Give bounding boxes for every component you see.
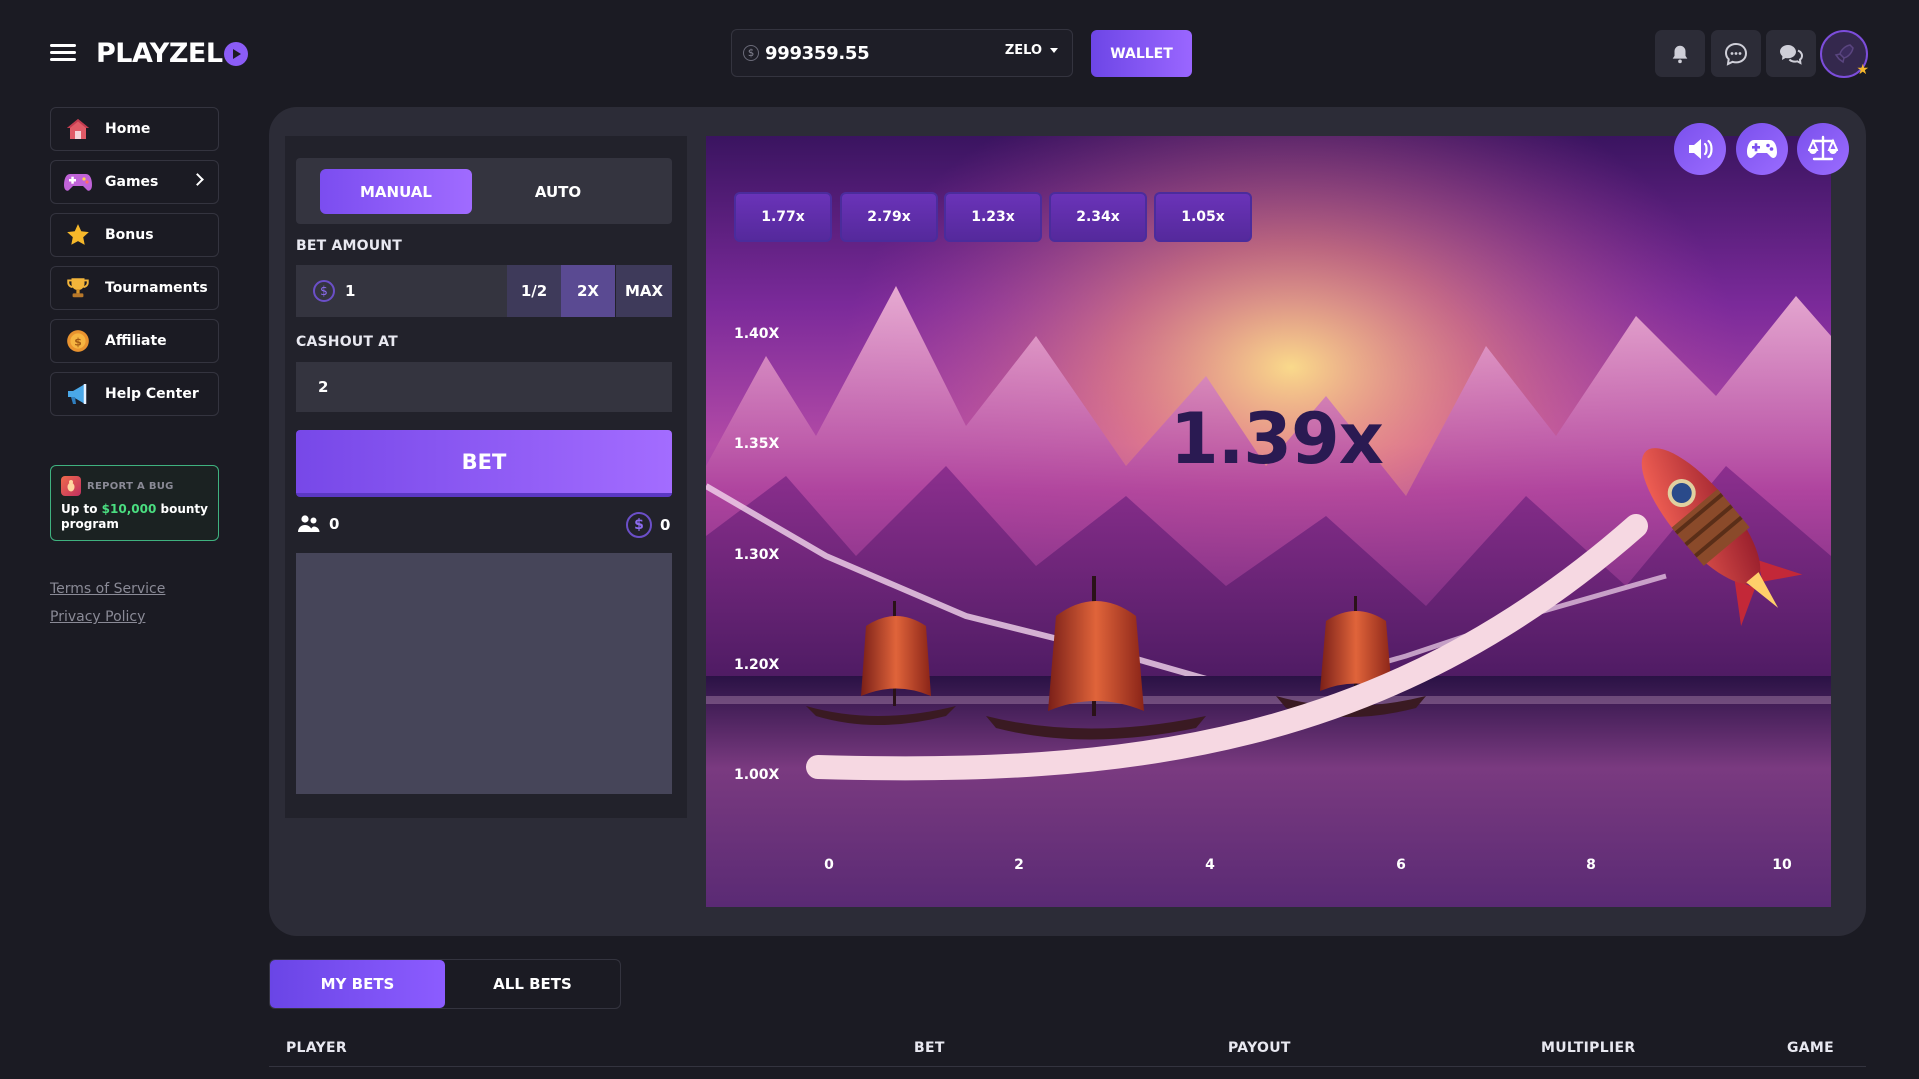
tab-manual[interactable]: MANUAL [320, 169, 472, 214]
coin-icon: $ [626, 512, 652, 538]
sound-icon [1689, 139, 1713, 159]
players-count: 0 [297, 514, 339, 534]
home-icon [63, 116, 93, 142]
bell-icon [1672, 45, 1688, 63]
fairness-scale-icon [1808, 135, 1838, 161]
sidebar-item-affiliate[interactable]: $ Affiliate [50, 319, 219, 363]
currency-label: ZELO [1004, 43, 1042, 58]
coin-icon: $ [743, 45, 759, 61]
double-bet-button[interactable]: 2X [561, 265, 615, 317]
trophy-icon [63, 275, 93, 301]
sidebar-item-label: Help Center [105, 386, 199, 402]
x-axis-label: 2 [1014, 857, 1024, 873]
half-bet-button[interactable]: 1/2 [507, 265, 561, 317]
bet-button[interactable]: BET [296, 430, 672, 497]
wallet-button[interactable]: WALLET [1091, 30, 1192, 77]
report-bug-card[interactable]: REPORT A BUG Up to $10,000 bounty progra… [50, 465, 219, 541]
column-header-multiplier: MULTIPLIER [1541, 1040, 1636, 1056]
current-multiplier: 1.39x [1170, 398, 1384, 480]
menu-icon[interactable] [50, 44, 76, 62]
coin-icon: $ [313, 280, 335, 302]
community-icon [1780, 44, 1804, 65]
tab-auto[interactable]: AUTO [482, 169, 634, 214]
sidebar-item-label: Affiliate [105, 333, 167, 349]
y-axis-label: 1.35X [734, 436, 780, 452]
history-multiplier[interactable]: 1.05x [1154, 192, 1252, 242]
live-bets-list [296, 553, 672, 794]
column-header-bet: BET [914, 1040, 945, 1056]
history-multiplier[interactable]: 1.77x [734, 192, 832, 242]
star-badge-icon: ★ [1856, 62, 1869, 78]
y-axis-label: 1.30X [734, 547, 780, 563]
sidebar-item-games[interactable]: Games [50, 160, 219, 204]
chevron-down-icon [1050, 48, 1058, 53]
sidebar-item-label: Games [105, 174, 159, 190]
chat-icon [1724, 42, 1748, 66]
fairness-button[interactable] [1797, 123, 1849, 175]
y-axis-label: 1.20X [734, 657, 780, 673]
gamepad-icon [63, 169, 93, 195]
controller-button[interactable] [1736, 123, 1788, 175]
x-axis-label: 0 [824, 857, 834, 873]
logo[interactable]: PLAYZEL [96, 38, 248, 69]
bet-amount-value: 1 [345, 282, 356, 300]
sidebar-item-bonus[interactable]: Bonus [50, 213, 219, 257]
logo-play-icon [223, 41, 248, 66]
history-multiplier[interactable]: 2.34x [1049, 192, 1147, 242]
rocket-avatar-icon [1834, 44, 1854, 64]
history-multiplier[interactable]: 2.79x [840, 192, 938, 242]
sound-button[interactable] [1674, 123, 1726, 175]
gamepad-icon [1747, 140, 1777, 158]
cashout-input[interactable]: 2 [296, 362, 672, 412]
players-count-value: 0 [329, 515, 340, 533]
bet-amount-label: BET AMOUNT [296, 238, 402, 254]
total-bet-value: 0 [660, 516, 671, 534]
column-header-game: GAME [1787, 1040, 1835, 1056]
x-axis-label: 6 [1396, 857, 1406, 873]
users-icon [298, 515, 320, 532]
currency-select[interactable]: ZELO [1005, 43, 1058, 58]
terms-of-service-link[interactable]: Terms of Service [50, 581, 165, 597]
balance-display[interactable]: $ 999359.55 ZELO [731, 29, 1073, 77]
balance-value: 999359.55 [765, 42, 870, 64]
table-header-divider [269, 1066, 1866, 1067]
bug-card-text: Up to $10,000 bounty program [61, 502, 208, 531]
cashout-label: CASHOUT AT [296, 334, 398, 350]
total-bet: $ 0 [626, 512, 670, 538]
coin-icon: $ [63, 328, 93, 354]
chat-button[interactable] [1711, 30, 1761, 77]
column-header-player: PLAYER [286, 1040, 347, 1056]
game-scene [706, 136, 1831, 907]
tab-my-bets[interactable]: MY BETS [270, 960, 445, 1008]
x-axis-label: 4 [1205, 857, 1215, 873]
y-axis-label: 1.00X [734, 767, 780, 783]
star-icon [63, 222, 93, 248]
notifications-button[interactable] [1655, 30, 1705, 77]
x-axis-label: 8 [1586, 857, 1596, 873]
bug-icon [61, 476, 81, 496]
bug-card-title: REPORT A BUG [87, 480, 174, 492]
community-button[interactable] [1766, 30, 1816, 77]
chevron-right-icon [191, 173, 204, 186]
sidebar-item-tournaments[interactable]: Tournaments [50, 266, 219, 310]
bet-amount-input[interactable]: $ 1 [296, 265, 507, 317]
sidebar-item-help-center[interactable]: Help Center [50, 372, 219, 416]
tab-all-bets[interactable]: ALL BETS [445, 960, 620, 1008]
y-axis-label: 1.40X [734, 326, 780, 342]
history-multiplier[interactable]: 1.23x [944, 192, 1042, 242]
game-canvas [706, 136, 1831, 907]
bounty-amount: $10,000 [101, 502, 157, 516]
logo-text: PLAYZEL [96, 38, 223, 69]
sidebar-item-home[interactable]: Home [50, 107, 219, 151]
megaphone-icon [63, 381, 93, 407]
svg-text:$: $ [74, 335, 82, 348]
avatar[interactable]: ★ [1820, 30, 1869, 78]
sidebar-item-label: Home [105, 121, 151, 137]
max-bet-button[interactable]: MAX [616, 265, 672, 317]
privacy-policy-link[interactable]: Privacy Policy [50, 609, 145, 625]
sidebar-item-label: Bonus [105, 227, 154, 243]
x-axis-label: 10 [1772, 857, 1792, 873]
column-header-payout: PAYOUT [1228, 1040, 1291, 1056]
sidebar-item-label: Tournaments [105, 280, 208, 296]
